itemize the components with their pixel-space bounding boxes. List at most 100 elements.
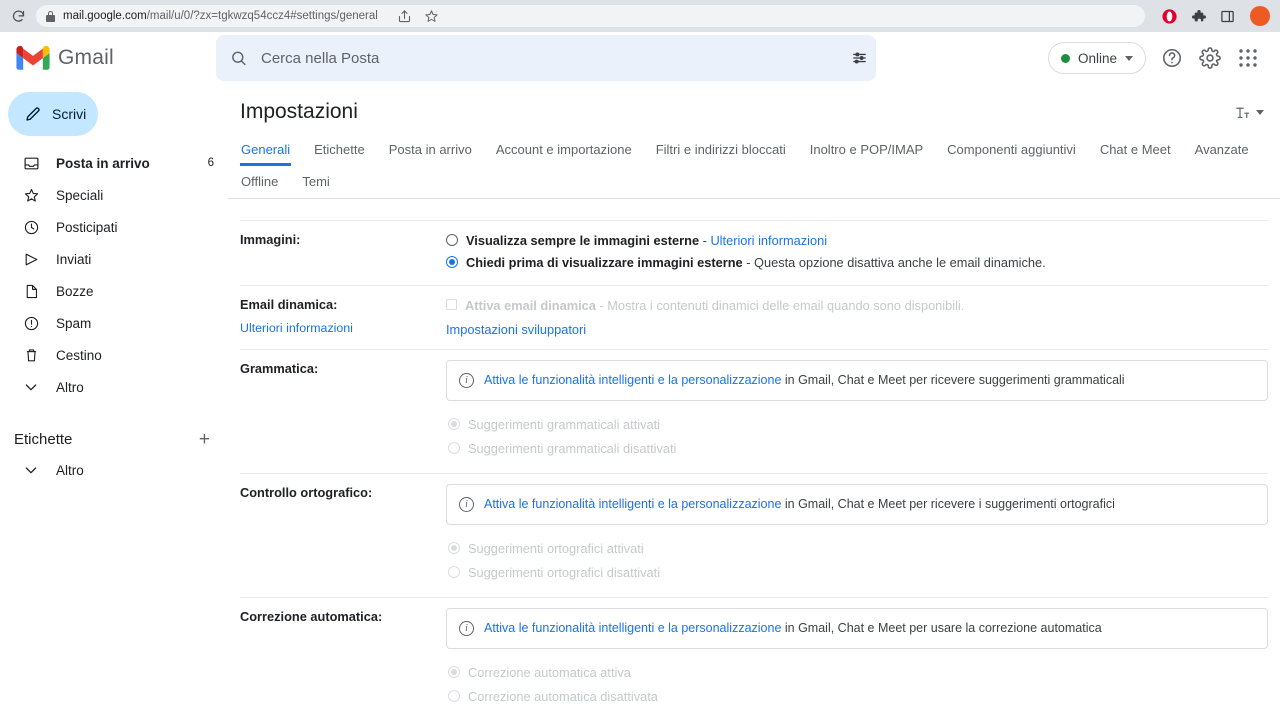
status-label: Online	[1077, 50, 1117, 66]
tab-filtri-e-indirizzi-bloccati[interactable]: Filtri e indirizzi bloccati	[655, 134, 787, 166]
chevron-down-icon	[1256, 109, 1264, 115]
inbox-icon	[22, 154, 40, 172]
sidebar-item-cestino[interactable]: Cestino	[0, 344, 228, 366]
sidebar-item-posta-in-arrivo[interactable]: Posta in arrivo 6	[0, 152, 228, 174]
text-density-button[interactable]	[1234, 104, 1264, 121]
sidebar-item-speciali[interactable]: Speciali	[0, 184, 228, 206]
gmail-header: Gmail Online	[0, 32, 1280, 84]
info-box-correzione-automatica: i Attiva le funzionalità intelligenti e …	[446, 608, 1268, 649]
partial-row-above	[240, 199, 1268, 221]
radio-option-visualizza-sempre[interactable]: Visualizza sempre le immagini esterne - …	[446, 231, 1268, 250]
checkbox-option-attiva-email-dinamica[interactable]: Attiva email dinamica - Mostra i contenu…	[446, 296, 1268, 315]
option-separator: -	[742, 255, 755, 271]
tune-filter-icon[interactable]	[851, 50, 868, 67]
star-icon	[22, 186, 40, 204]
option-label: Attiva email dinamica	[465, 298, 596, 314]
option-label: Correzione automatica disattivata	[468, 688, 658, 704]
gmail-logo-group[interactable]: Gmail	[8, 45, 216, 71]
trash-icon	[22, 346, 40, 364]
status-chip-online[interactable]: Online	[1047, 42, 1146, 74]
lock-icon	[46, 10, 55, 22]
impostazioni-sviluppatori-link[interactable]: Impostazioni sviluppatori	[446, 322, 586, 337]
sidebar-item-altro[interactable]: Altro	[0, 376, 228, 398]
attiva-funzionalita-intelligenti-link[interactable]: Attiva le funzionalità intelligenti e la…	[484, 497, 781, 511]
disabled-options-controllo-ortografico: Suggerimenti ortografici attivati Sugger…	[446, 539, 1268, 582]
sidebar-item-label: Spam	[56, 315, 92, 331]
reload-icon[interactable]	[6, 4, 30, 28]
radio-option-chiedi-prima[interactable]: Chiedi prima di visualizzare immagini es…	[446, 253, 1268, 272]
attiva-funzionalita-intelligenti-link[interactable]: Attiva le funzionalità intelligenti e la…	[484, 621, 781, 635]
sidebar-item-label: Posta in arrivo	[56, 155, 150, 171]
browser-extension-icons	[1151, 6, 1274, 26]
gmail-m-logo-icon	[16, 45, 50, 71]
compose-button[interactable]: Scrivi	[8, 92, 98, 136]
settings-panel: Impostazioni Generali Etichette Posta in…	[228, 84, 1280, 720]
tab-offline[interactable]: Offline	[240, 166, 279, 198]
labels-section-header: Etichette +	[0, 408, 228, 459]
search-icon	[230, 50, 247, 67]
opera-extension-icon[interactable]	[1161, 8, 1178, 25]
checkbox-icon[interactable]	[446, 299, 457, 311]
info-circle-icon: i	[459, 496, 474, 512]
radio-icon[interactable]	[446, 256, 458, 269]
sidebar-item-label: Speciali	[56, 187, 104, 203]
document-icon	[22, 282, 40, 300]
gear-icon[interactable]	[1198, 46, 1222, 70]
tab-inoltro-e-pop-imap[interactable]: Inoltro e POP/IMAP	[809, 134, 924, 166]
sidebar-item-label: Posticipati	[56, 219, 118, 235]
tab-account-e-importazione[interactable]: Account e importazione	[495, 134, 633, 166]
setting-label-controllo-ortografico: Controllo ortografico:	[240, 484, 373, 500]
ulteriori-informazioni-link[interactable]: Ulteriori informazioni	[710, 233, 827, 248]
option-label: Suggerimenti ortografici attivati	[468, 540, 644, 556]
address-bar[interactable]: mail.google.com/mail/u/0/?zx=tgkwzq54ccz…	[36, 5, 1145, 27]
setting-label-correzione-automatica: Correzione automatica:	[240, 609, 383, 624]
setting-body-controllo-ortografico: i Attiva le funzionalità intelligenti e …	[446, 483, 1268, 587]
radio-option-grammatica-attivati: Suggerimenti grammaticali attivati	[448, 415, 1268, 434]
tab-generali[interactable]: Generali	[240, 134, 291, 166]
setting-row-controllo-ortografico: Controllo ortografico: i Attiva le funzi…	[240, 474, 1268, 598]
bookmark-star-icon[interactable]	[423, 8, 440, 25]
setting-body-email-dinamica: Attiva email dinamica - Mostra i contenu…	[446, 296, 1268, 338]
setting-row-email-dinamica: Email dinamica: Ulteriori informazioni A…	[240, 286, 1268, 350]
option-label: Suggerimenti grammaticali disattivati	[468, 440, 677, 456]
sidepanel-icon[interactable]	[1219, 8, 1236, 25]
sidebar-item-posticipati[interactable]: Posticipati	[0, 216, 228, 238]
sidebar-labels-more[interactable]: Altro	[0, 459, 228, 481]
google-apps-grid-icon[interactable]	[1236, 46, 1260, 70]
tab-avanzate[interactable]: Avanzate	[1194, 134, 1250, 166]
puzzle-extension-icon[interactable]	[1190, 8, 1207, 25]
disabled-options-grammatica: Suggerimenti grammaticali attivati Sugge…	[446, 415, 1268, 458]
attiva-funzionalita-intelligenti-link[interactable]: Attiva le funzionalità intelligenti e la…	[484, 373, 781, 387]
search-bar[interactable]	[216, 35, 876, 81]
labels-title: Etichette	[14, 431, 73, 448]
tab-temi[interactable]: Temi	[301, 166, 330, 198]
settings-tabs: Generali Etichette Posta in arrivo Accou…	[240, 134, 1268, 198]
sidebar-item-spam[interactable]: Spam	[0, 312, 228, 334]
tab-etichette[interactable]: Etichette	[313, 134, 366, 166]
tab-componenti-aggiuntivi[interactable]: Componenti aggiuntivi	[946, 134, 1077, 166]
share-icon[interactable]	[396, 8, 413, 25]
radio-icon[interactable]	[446, 234, 458, 246]
browser-toolbar: mail.google.com/mail/u/0/?zx=tgkwzq54ccz…	[0, 0, 1280, 32]
sidebar-item-inviati[interactable]: Inviati	[0, 248, 228, 270]
search-input[interactable]	[261, 49, 837, 67]
ulteriori-informazioni-link[interactable]: Ulteriori informazioni	[240, 321, 353, 335]
help-circle-icon[interactable]	[1160, 46, 1184, 70]
info-box-controllo-ortografico: i Attiva le funzionalità intelligenti e …	[446, 483, 1268, 525]
option-description: Questa opzione disattiva anche le email …	[754, 255, 1046, 271]
setting-row-correzione-automatica: Correzione automatica: i Attiva le funzi…	[240, 598, 1268, 720]
sidebar-item-bozze[interactable]: Bozze	[0, 280, 228, 302]
radio-option-correzione-disattivata: Correzione automatica disattivata	[448, 687, 1268, 706]
tab-posta-in-arrivo[interactable]: Posta in arrivo	[388, 134, 473, 166]
chevron-down-icon	[22, 461, 40, 479]
sidebar: Scrivi Posta in arrivo 6 Speciali Postic…	[0, 84, 228, 720]
profile-avatar[interactable]	[1250, 6, 1270, 26]
sidebar-item-label: Altro	[56, 462, 84, 478]
gmail-wordmark: Gmail	[58, 46, 114, 69]
plus-icon[interactable]: +	[199, 430, 210, 449]
setting-label-email-dinamica: Email dinamica: Ulteriori informazioni	[240, 296, 446, 338]
option-label: Visualizza sempre le immagini esterne	[466, 233, 700, 248]
url-text: mail.google.com/mail/u/0/?zx=tgkwzq54ccz…	[63, 10, 378, 22]
tab-chat-e-meet[interactable]: Chat e Meet	[1099, 134, 1172, 166]
radio-icon	[448, 665, 460, 678]
